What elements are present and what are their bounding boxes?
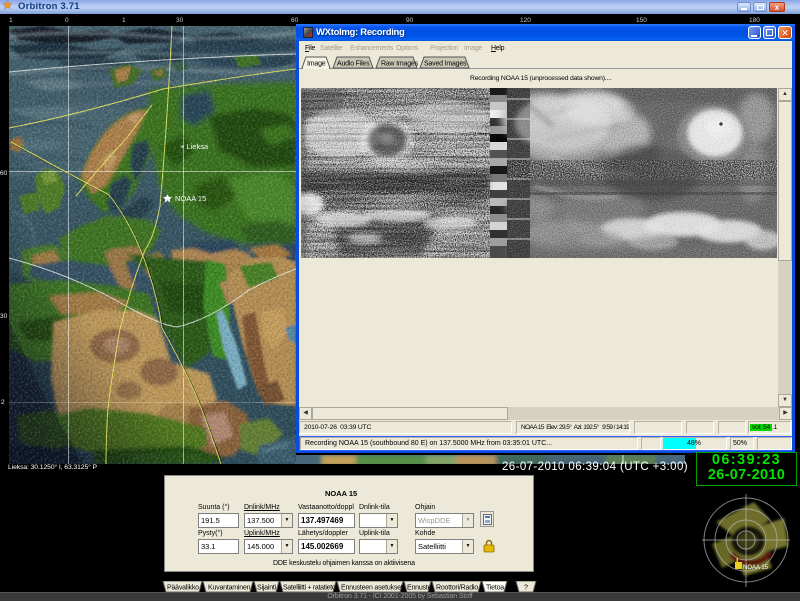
svg-text:Kuvantaminen: Kuvantaminen [208,585,251,592]
svg-text:Päävalikko: Päävalikko [167,585,199,592]
svg-text:Audio Files: Audio Files [337,61,370,68]
svg-text:Roottori/Radio: Roottori/Radio [436,585,478,592]
svg-text:Ennusteen asetukset: Ennusteen asetukset [341,585,403,592]
svg-text:NOAA 15: NOAA 15 [743,565,769,571]
svg-text:?: ? [524,585,528,592]
svg-text:Image: Image [307,61,326,68]
svg-text:Satelliitti + ratatieto: Satelliitti + ratatieto [283,585,336,592]
svg-text:Raw Images: Raw Images [381,61,419,68]
svg-text:Ennuste: Ennuste [407,585,432,592]
svg-text:Saved Images: Saved Images [424,61,467,68]
svg-text:Sijainti: Sijainti [257,585,277,592]
svg-text:Tietoa: Tietoa [486,585,504,592]
